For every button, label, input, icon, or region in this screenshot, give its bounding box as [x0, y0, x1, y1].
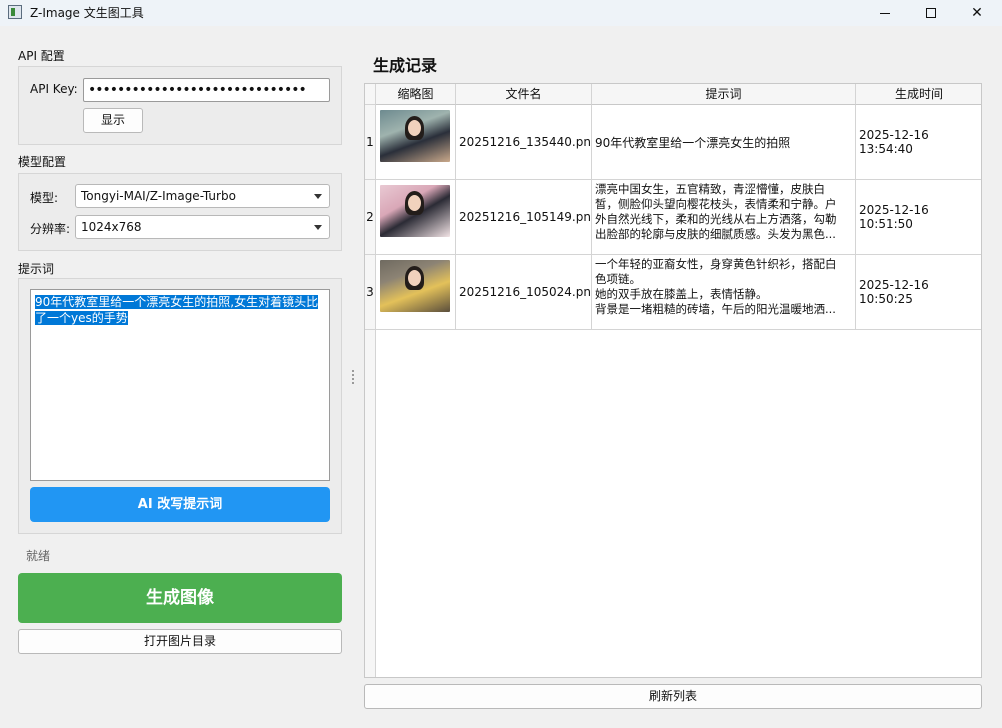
resolution-select[interactable]: 1024x768 [75, 215, 330, 239]
table-row[interactable]: 20251216_105149.png 漂亮中国女生，五官精致，青涩懵懂，皮肤白… [376, 180, 981, 255]
thumbnail-image [380, 110, 450, 162]
model-select[interactable]: Tongyi-MAI/Z-Image-Turbo [75, 184, 330, 208]
prompt-line: 外自然光线下，柔和的光线从右上方洒落，勾勒 [595, 212, 837, 226]
prompt-cell: 一个年轻的亚裔女性，身穿黄色针织衫，搭配白 色项链。 她的双手放在膝盖上，表情恬… [592, 255, 856, 329]
prompt-line: 漂亮中国女生，五官精致，青涩懵懂，皮肤白 [595, 182, 825, 196]
chevron-down-icon [314, 194, 322, 199]
api-section-label: API 配置 [18, 49, 65, 63]
column-header-thumbnail[interactable]: 缩略图 [376, 84, 456, 105]
minimize-icon [880, 12, 890, 14]
resolution-label: 分辨率: [30, 222, 71, 236]
history-heading: 生成记录 [373, 56, 438, 75]
ai-rewrite-button[interactable]: AI 改写提示词 [30, 487, 330, 522]
thumbnail-cell [376, 180, 456, 254]
status-text: 就绪 [26, 549, 51, 563]
prompt-cell: 90年代教室里给一个漂亮女生的拍照 [592, 105, 856, 179]
prompt-cell: 漂亮中国女生，五官精致，青涩懵懂，皮肤白 皙，侧脸仰头望向樱花枝头，表情柔和宁静… [592, 180, 856, 254]
prompt-text-line1: 90年代教室里给一个漂亮女生的拍照,女生对着镜头比 [35, 295, 319, 309]
prompt-section-label: 提示词 [18, 262, 55, 276]
show-key-button[interactable]: 显示 [83, 108, 143, 133]
model-section-label: 模型配置 [18, 155, 67, 169]
thumbnail-image [380, 260, 450, 312]
open-image-dir-button[interactable]: 打开图片目录 [18, 629, 342, 654]
filename-cell: 20251216_105149.png [456, 180, 592, 254]
column-header-prompt[interactable]: 提示词 [592, 84, 856, 105]
table-row[interactable]: 20251216_135440.png 90年代教室里给一个漂亮女生的拍照 20… [376, 105, 981, 180]
model-label: 模型: [30, 191, 59, 205]
row-header-empty [365, 330, 376, 677]
time-cell: 2025-12-16 10:51:50 [859, 203, 929, 231]
resolution-select-value: 1024x768 [81, 220, 142, 234]
row-number: 3 [365, 255, 376, 330]
prompt-line: 一个年轻的亚裔女性，身穿黄色针织衫，搭配白 [595, 257, 837, 271]
prompt-line: 背景是一堵粗糙的砖墙，午后的阳光温暖地洒... [595, 302, 836, 316]
prompt-line: 她的双手放在膝盖上，表情恬静。 [595, 287, 768, 301]
splitter-handle[interactable] [352, 370, 354, 386]
thumbnail-cell [376, 105, 456, 179]
app-icon [8, 5, 22, 19]
thumbnail-image [380, 185, 450, 237]
api-key-input[interactable]: •••••••••••••••••••••••••••••• [83, 78, 330, 102]
column-header-filename[interactable]: 文件名 [456, 84, 592, 105]
prompt-line: 出脸部的轮廓与皮肤的细腻质感。头发为黑色... [595, 227, 836, 241]
history-table: 缩略图 文件名 提示词 生成时间 1 20251216_135440.png 9… [364, 83, 982, 678]
model-select-value: Tongyi-MAI/Z-Image-Turbo [81, 189, 236, 203]
filename-cell: 20251216_105024.png [456, 255, 592, 329]
time-cell: 2025-12-16 13:54:40 [859, 128, 929, 156]
chevron-down-icon [314, 225, 322, 230]
generate-button[interactable]: 生成图像 [18, 573, 342, 623]
refresh-list-button[interactable]: 刷新列表 [364, 684, 982, 709]
close-button[interactable]: ✕ [954, 0, 1000, 26]
time-cell: 2025-12-16 10:50:25 [859, 278, 929, 306]
table-row[interactable]: 20251216_105024.png 一个年轻的亚裔女性，身穿黄色针织衫，搭配… [376, 255, 981, 330]
maximize-button[interactable] [908, 0, 954, 26]
row-number: 1 [365, 105, 376, 180]
prompt-text-line2: 了一个yes的手势 [35, 311, 128, 325]
title-bar: Z-Image 文生图工具 ✕ [0, 0, 1002, 26]
minimize-button[interactable] [862, 0, 908, 26]
close-icon: ✕ [971, 5, 983, 21]
thumbnail-cell [376, 255, 456, 329]
prompt-line: 色项链。 [595, 272, 641, 286]
filename-cell: 20251216_135440.png [456, 105, 592, 179]
maximize-icon [926, 8, 936, 18]
table-corner [365, 84, 376, 105]
api-key-label: API Key: [30, 82, 78, 96]
prompt-textarea[interactable]: 90年代教室里给一个漂亮女生的拍照,女生对着镜头比 了一个yes的手势 [30, 289, 330, 481]
window-title: Z-Image 文生图工具 [30, 6, 144, 20]
prompt-line: 皙，侧脸仰头望向樱花枝头，表情柔和宁静。户 [595, 197, 837, 211]
row-number: 2 [365, 180, 376, 255]
column-header-time[interactable]: 生成时间 [856, 84, 981, 105]
